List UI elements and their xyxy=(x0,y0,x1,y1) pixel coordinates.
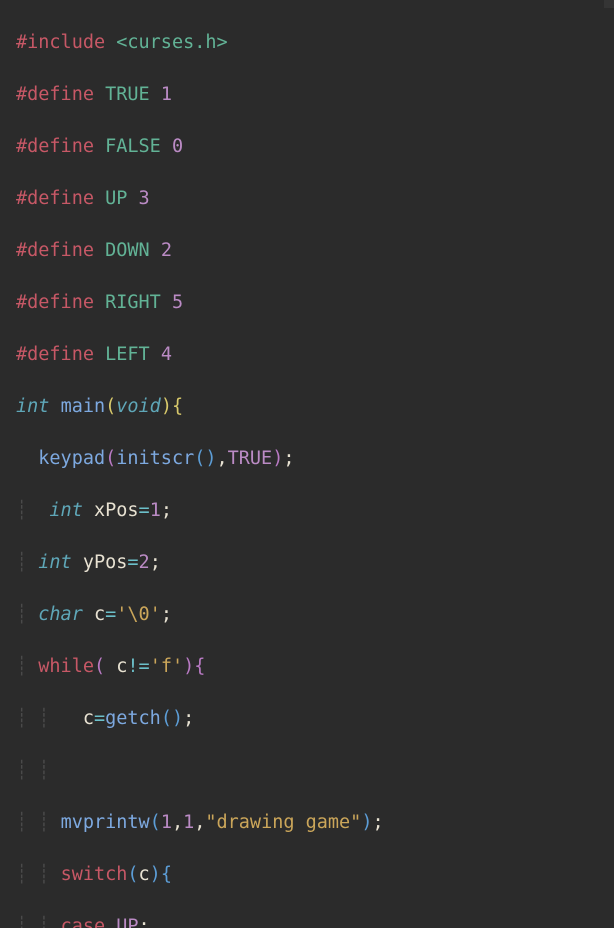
code-line: ┊ int yPos=2; xyxy=(16,550,614,576)
minimap-strip xyxy=(604,0,614,8)
code-line: ┊ ┊ xyxy=(16,758,614,784)
code-line: ┊ ┊ mvprintw(1,1,"drawing game"); xyxy=(16,810,614,836)
code-line: #define UP 3 xyxy=(16,186,614,212)
code-line: ┊ ┊ switch(c){ xyxy=(16,862,614,888)
code-line: ┊ char c='\0'; xyxy=(16,602,614,628)
code-line: ┊ ┊ case UP: xyxy=(16,914,614,928)
code-line: #define TRUE 1 xyxy=(16,82,614,108)
code-line: #define LEFT 4 xyxy=(16,342,614,368)
code-line: ┊ ┊ c=getch(); xyxy=(16,706,614,732)
code-line: int main(void){ xyxy=(16,394,614,420)
code-line: ┊ int xPos=1; xyxy=(16,498,614,524)
code-line: #define DOWN 2 xyxy=(16,238,614,264)
code-line: #define FALSE 0 xyxy=(16,134,614,160)
code-line: ┊ while( c!='f'){ xyxy=(16,654,614,680)
code-editor[interactable]: #include <curses.h> #define TRUE 1 #defi… xyxy=(0,0,614,928)
code-line: #define RIGHT 5 xyxy=(16,290,614,316)
code-line: keypad(initscr(),TRUE); xyxy=(16,446,614,472)
code-line: #include <curses.h> xyxy=(16,30,614,56)
